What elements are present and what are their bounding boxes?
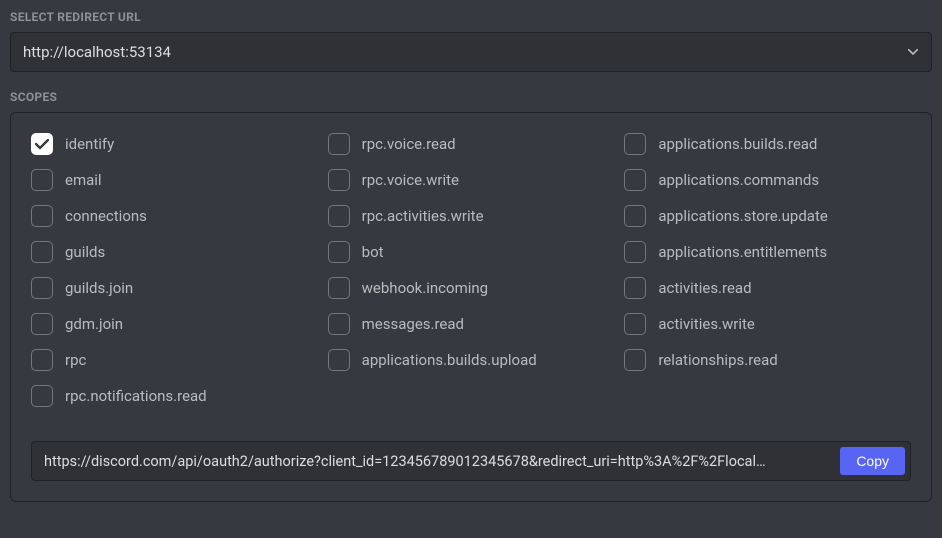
scope-checkbox-activities-write[interactable] — [624, 313, 646, 335]
scope-checkbox-applications-entitlements[interactable] — [624, 241, 646, 263]
redirect-url-select[interactable]: http://localhost:53134 — [10, 32, 932, 72]
scope-checkbox-applications-store-update[interactable] — [624, 205, 646, 227]
scope-item-applications-builds-read: applications.builds.read — [624, 133, 911, 155]
scope-checkbox-activities-read[interactable] — [624, 277, 646, 299]
generated-url-row: https://discord.com/api/oauth2/authorize… — [31, 441, 911, 481]
generated-url-text[interactable]: https://discord.com/api/oauth2/authorize… — [44, 453, 830, 470]
scope-label[interactable]: messages.read — [362, 315, 464, 333]
scope-label[interactable]: rpc.voice.read — [362, 135, 456, 153]
scope-label[interactable]: rpc.activities.write — [362, 207, 484, 225]
scope-item-relationships-read: relationships.read — [624, 349, 911, 371]
scope-item-activities-read: activities.read — [624, 277, 911, 299]
scope-label[interactable]: rpc — [65, 351, 86, 369]
scope-checkbox-identify[interactable] — [31, 133, 53, 155]
scope-item-gdm-join: gdm.join — [31, 313, 318, 335]
scope-item-webhook-incoming: webhook.incoming — [328, 277, 615, 299]
scope-item-applications-builds-upload: applications.builds.upload — [328, 349, 615, 371]
scope-item-rpc-voice-read: rpc.voice.read — [328, 133, 615, 155]
scope-label[interactable]: bot — [362, 243, 384, 261]
scope-item-applications-commands: applications.commands — [624, 169, 911, 191]
scope-label[interactable]: applications.builds.upload — [362, 351, 537, 369]
scope-label[interactable]: connections — [65, 207, 147, 225]
scope-checkbox-relationships-read[interactable] — [624, 349, 646, 371]
scope-checkbox-bot[interactable] — [328, 241, 350, 263]
copy-button[interactable]: Copy — [840, 447, 905, 475]
scope-item-applications-entitlements: applications.entitlements — [624, 241, 911, 263]
scope-checkbox-rpc-voice-read[interactable] — [328, 133, 350, 155]
scope-checkbox-applications-builds-upload[interactable] — [328, 349, 350, 371]
scope-checkbox-connections[interactable] — [31, 205, 53, 227]
scope-label[interactable]: activities.write — [658, 315, 755, 333]
scope-label[interactable]: webhook.incoming — [362, 279, 488, 297]
scope-label[interactable]: applications.builds.read — [658, 135, 817, 153]
scope-item-identify: identify — [31, 133, 318, 155]
scope-label[interactable]: activities.read — [658, 279, 751, 297]
scope-checkbox-rpc-notifications-read[interactable] — [31, 385, 53, 407]
scope-item-email: email — [31, 169, 318, 191]
scope-checkbox-email[interactable] — [31, 169, 53, 191]
scope-item-activities-write: activities.write — [624, 313, 911, 335]
scope-checkbox-gdm-join[interactable] — [31, 313, 53, 335]
scope-item-guilds: guilds — [31, 241, 318, 263]
scope-item-bot: bot — [328, 241, 615, 263]
scope-label[interactable]: rpc.notifications.read — [65, 387, 207, 405]
scope-label[interactable]: relationships.read — [658, 351, 777, 369]
scopes-label: SCOPES — [10, 90, 932, 104]
scope-item-rpc-notifications-read: rpc.notifications.read — [31, 385, 318, 407]
scope-item-rpc-activities-write: rpc.activities.write — [328, 205, 615, 227]
scope-label[interactable]: applications.store.update — [658, 207, 827, 225]
scope-checkbox-applications-builds-read[interactable] — [624, 133, 646, 155]
scope-checkbox-applications-commands[interactable] — [624, 169, 646, 191]
scope-item-connections: connections — [31, 205, 318, 227]
scope-checkbox-rpc-activities-write[interactable] — [328, 205, 350, 227]
scope-checkbox-guilds-join[interactable] — [31, 277, 53, 299]
scope-label[interactable]: identify — [65, 135, 114, 153]
scope-item-rpc-voice-write: rpc.voice.write — [328, 169, 615, 191]
scope-label[interactable]: rpc.voice.write — [362, 171, 459, 189]
scope-label[interactable]: guilds — [65, 243, 105, 261]
scope-item-guilds-join: guilds.join — [31, 277, 318, 299]
scope-label[interactable]: email — [65, 171, 102, 189]
scope-checkbox-guilds[interactable] — [31, 241, 53, 263]
scope-checkbox-rpc-voice-write[interactable] — [328, 169, 350, 191]
scope-checkbox-messages-read[interactable] — [328, 313, 350, 335]
scopes-panel: identify rpc.voice.read applications.build… — [10, 112, 932, 502]
scope-item-applications-store-update: applications.store.update — [624, 205, 911, 227]
scope-checkbox-webhook-incoming[interactable] — [328, 277, 350, 299]
scope-label[interactable]: guilds.join — [65, 279, 133, 297]
scope-checkbox-rpc[interactable] — [31, 349, 53, 371]
scopes-grid: identify rpc.voice.read applications.build… — [31, 133, 911, 407]
redirect-url-label: SELECT REDIRECT URL — [10, 10, 932, 24]
scope-label[interactable]: gdm.join — [65, 315, 123, 333]
scope-label[interactable]: applications.commands — [658, 171, 819, 189]
redirect-url-select-wrap: http://localhost:53134 — [10, 32, 932, 72]
scope-item-rpc: rpc — [31, 349, 318, 371]
scope-item-messages-read: messages.read — [328, 313, 615, 335]
scope-label[interactable]: applications.entitlements — [658, 243, 827, 261]
